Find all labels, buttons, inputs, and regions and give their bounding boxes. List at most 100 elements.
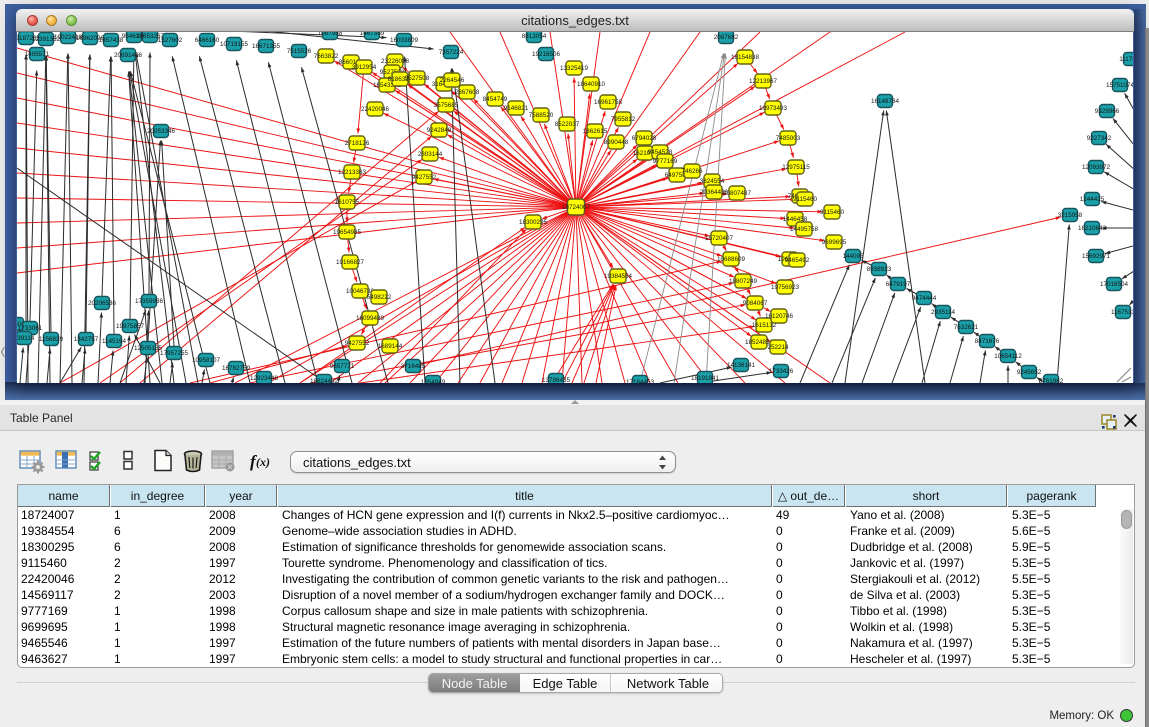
svg-text:9427552: 9427552 (412, 174, 437, 181)
svg-text:9115460: 9115460 (820, 209, 845, 216)
svg-text:20206536: 20206536 (88, 300, 117, 307)
svg-text:8471676: 8471676 (975, 338, 1000, 345)
svg-text:20691406: 20691406 (114, 52, 143, 59)
svg-text:12213967: 12213967 (749, 78, 778, 85)
svg-text:144095: 144095 (842, 253, 864, 260)
svg-text:8938923: 8938923 (867, 266, 892, 273)
svg-text:10973493: 10973493 (759, 105, 788, 112)
svg-text:19384554: 19384554 (604, 273, 633, 280)
svg-text:3575685: 3575685 (434, 102, 459, 109)
svg-text:1244415: 1244415 (1080, 196, 1105, 203)
svg-text:1087988: 1087988 (318, 32, 343, 37)
svg-text:13325419: 13325419 (560, 65, 589, 72)
svg-text:12923448: 12923448 (250, 375, 279, 382)
svg-text:746266: 746266 (681, 168, 703, 175)
svg-text:1467389: 1467389 (360, 32, 385, 37)
svg-text:9329966: 9329966 (1095, 108, 1120, 115)
svg-text:18300295: 18300295 (519, 219, 548, 226)
svg-text:10688609: 10688609 (717, 256, 746, 263)
svg-text:23226058: 23226058 (381, 58, 410, 65)
svg-text:12975115: 12975115 (782, 164, 810, 171)
svg-text:7663822: 7663822 (314, 53, 339, 60)
svg-text:252214: 252214 (767, 344, 789, 351)
svg-text:939114: 939114 (17, 335, 35, 342)
svg-text:15720407: 15720407 (705, 235, 734, 242)
svg-text:9227342: 9227342 (1087, 135, 1112, 142)
svg-text:12093872: 12093872 (1082, 164, 1111, 171)
svg-text:7485003: 7485003 (776, 135, 801, 142)
svg-text:16671355: 16671355 (252, 43, 281, 50)
svg-text:18724007: 18724007 (562, 204, 591, 211)
svg-text:(x): (x) (256, 455, 270, 469)
svg-text:1527602: 1527602 (158, 37, 183, 44)
svg-text:9465492: 9465492 (785, 257, 810, 264)
svg-text:7955812: 7955812 (611, 116, 636, 123)
svg-text:1689144: 1689144 (378, 343, 403, 350)
svg-text:1362615: 1362615 (583, 128, 608, 135)
svg-text:1405571: 1405571 (25, 51, 50, 58)
svg-text:8454749: 8454749 (483, 96, 508, 103)
svg-text:18191841: 18191841 (691, 375, 720, 382)
svg-text:9245652: 9245652 (1017, 369, 1042, 376)
svg-text:3824554: 3824554 (700, 178, 725, 185)
svg-text:2718126: 2718126 (345, 140, 370, 147)
svg-text:1145194: 1145194 (102, 338, 127, 345)
svg-text:2264546: 2264546 (440, 77, 465, 84)
svg-text:16961758: 16961758 (594, 99, 623, 106)
svg-text:17957255: 17957255 (160, 350, 189, 357)
svg-text:2867608: 2867608 (455, 89, 480, 96)
svg-text:16210643: 16210643 (1078, 225, 1107, 232)
svg-text:16033809: 16033809 (390, 37, 419, 44)
svg-text:14495758: 14495758 (790, 226, 819, 233)
svg-text:10654112: 10654112 (994, 353, 1022, 360)
svg-text:1054949: 1054949 (421, 379, 446, 383)
svg-text:19218506: 19218506 (532, 51, 561, 58)
svg-text:5498222: 5498222 (367, 294, 392, 301)
svg-text:16782759: 16782759 (222, 365, 251, 372)
svg-text:20053346: 20053346 (147, 128, 176, 135)
svg-text:2803144: 2803144 (418, 151, 443, 158)
svg-text:7632621: 7632621 (954, 324, 979, 331)
svg-text:9427552: 9427552 (345, 340, 370, 347)
svg-text:9084067: 9084067 (743, 300, 768, 307)
svg-text:10719155: 10719155 (220, 41, 249, 48)
svg-text:8990448: 8990448 (604, 139, 629, 146)
svg-text:7588520: 7588520 (529, 112, 554, 119)
svg-text:3716485: 3716485 (401, 363, 426, 370)
svg-text:9474444: 9474444 (912, 295, 937, 302)
svg-text:8522037: 8522037 (555, 121, 580, 128)
svg-text:16154838: 16154838 (731, 54, 760, 61)
svg-text:14136141: 14136141 (727, 362, 756, 369)
svg-text:8813054: 8813054 (522, 33, 547, 40)
svg-text:15751074: 15751074 (1106, 82, 1133, 89)
svg-text:9699695: 9699695 (822, 239, 847, 246)
svg-text:9527508: 9527508 (405, 75, 430, 82)
svg-text:2935114: 2935114 (931, 309, 956, 316)
svg-text:9115460: 9115460 (793, 196, 818, 203)
svg-text:13786435: 13786435 (542, 377, 571, 383)
svg-text:16120746: 16120746 (765, 313, 794, 320)
svg-text:9657771: 9657771 (330, 363, 355, 370)
svg-text:19975857: 19975857 (116, 323, 145, 330)
svg-text:1342757: 1342757 (74, 336, 99, 343)
svg-text:10807487: 10807487 (723, 190, 752, 197)
svg-text:7357224: 7357224 (439, 49, 464, 56)
svg-text:1156829: 1156829 (39, 336, 64, 343)
svg-text:1610755: 1610755 (335, 199, 360, 206)
svg-text:18807249: 18807249 (729, 278, 758, 285)
svg-text:22420046: 22420046 (361, 106, 390, 113)
svg-text:16099489: 16099489 (356, 315, 385, 322)
svg-text:6794028: 6794028 (632, 135, 657, 142)
svg-text:7515526: 7515526 (287, 48, 312, 55)
svg-text:10958107: 10958107 (192, 357, 221, 364)
svg-text:9146821: 9146821 (504, 105, 529, 112)
svg-text:2087682: 2087682 (714, 34, 739, 41)
svg-text:1733426: 1733426 (769, 368, 794, 375)
svg-text:6479197: 6479197 (886, 281, 911, 288)
svg-text:9242848: 9242848 (427, 127, 452, 134)
svg-text:17359936: 17359936 (135, 298, 164, 305)
svg-text:18824432: 18824432 (310, 378, 339, 383)
svg-text:6466160: 6466160 (195, 37, 220, 44)
svg-text:17164453: 17164453 (626, 379, 655, 383)
svg-text:19756923: 19756923 (771, 284, 800, 291)
